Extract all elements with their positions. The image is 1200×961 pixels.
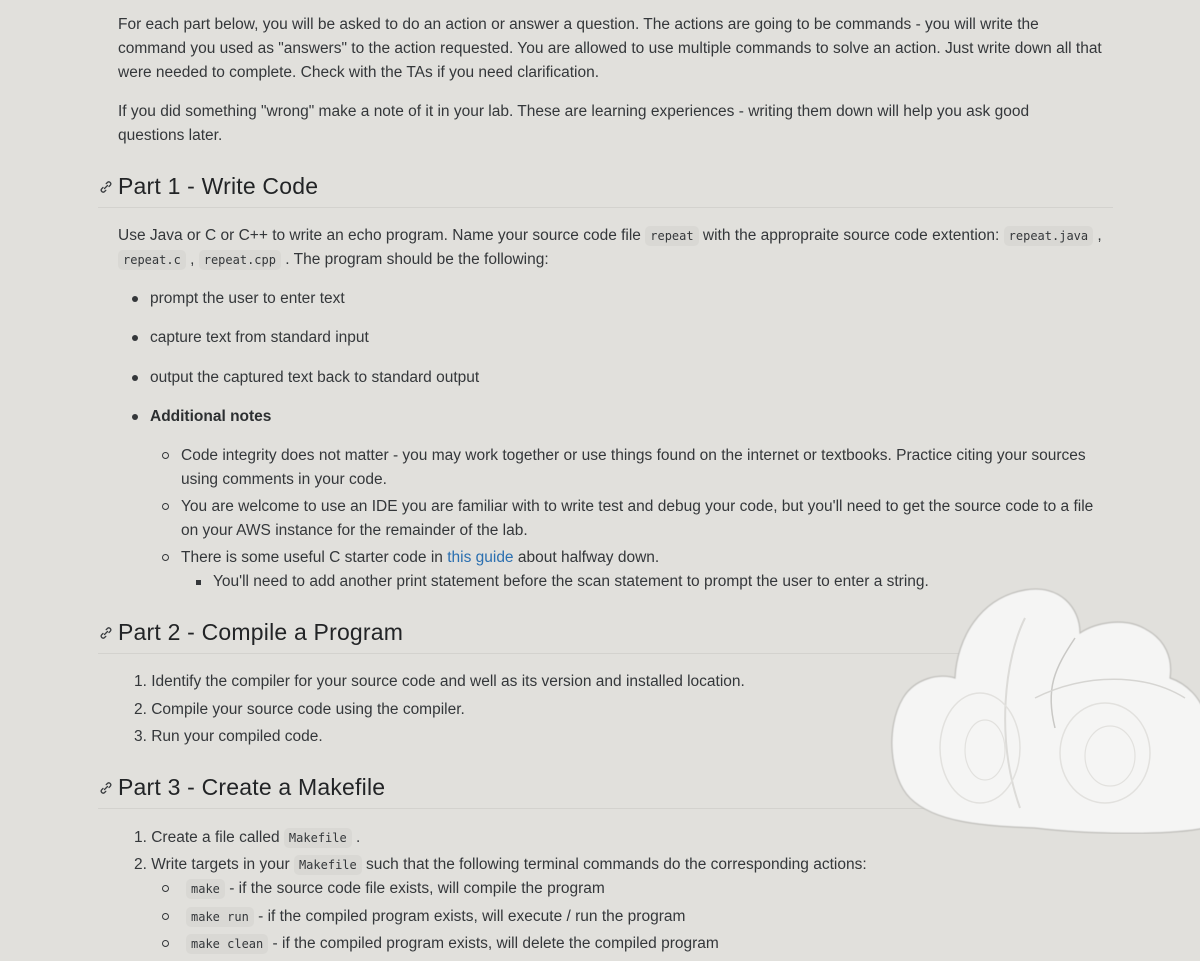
bullet-circle-icon: [162, 503, 169, 510]
make-target-line: make clean - if the compiled program exi…: [186, 932, 1112, 956]
make-target-line: make - if the source code file exists, w…: [186, 877, 1112, 901]
make-target-item: make clean - if the compiled program exi…: [162, 932, 1112, 956]
part1-title: Part 1 - Write Code: [118, 173, 319, 199]
target-desc: - if the compiled program exists, will d…: [268, 935, 719, 952]
step-text: 2. Write targets in your: [134, 856, 294, 873]
inline-code: Makefile: [293, 855, 362, 875]
ordered-list-item: 2. Write targets in your Makefile such t…: [134, 853, 867, 877]
note-text: There is some useful C starter code in: [181, 549, 448, 566]
bullet-disc-icon: [132, 296, 138, 302]
note-line: You are welcome to use an IDE you are fa…: [181, 498, 1094, 515]
link-icon[interactable]: [98, 780, 116, 798]
bullet-disc-icon: [132, 414, 138, 420]
intro-paragraph: For each part below, you will be asked t…: [118, 13, 1118, 85]
note-item: You are welcome to use an IDE you are fa…: [162, 495, 1112, 543]
inline-code: make run: [186, 907, 254, 927]
part3-title: Part 3 - Create a Makefile: [118, 774, 386, 800]
make-target-item: make - if the source code file exists, w…: [162, 877, 1112, 901]
make-target-line: make run - if the compiled program exist…: [186, 905, 1112, 929]
note-line: using comments in your code.: [181, 471, 387, 488]
bullet-disc-icon: [132, 375, 138, 381]
inline-code: repeat.java: [1003, 226, 1094, 246]
bullet-square-icon: [196, 580, 201, 585]
cloud-sticker-icon: [885, 578, 1200, 834]
ordered-list-item: 1. Identify the compiler for your source…: [134, 673, 745, 690]
this-guide-link[interactable]: this guide: [447, 549, 513, 566]
inline-code: repeat.cpp: [198, 250, 281, 270]
make-target-item: make run - if the compiled program exist…: [162, 905, 1112, 929]
inline-code: Makefile: [283, 828, 352, 848]
desc-text: Use Java or C or C++ to write an echo pr…: [118, 227, 646, 244]
ordered-list-item: 1. Create a file called Makefile .: [134, 826, 360, 850]
step-text: .: [351, 829, 361, 846]
ordered-list-item: 2. Compile your source code using the co…: [134, 701, 465, 718]
intro-line: If you did something "wrong" make a note…: [118, 103, 1030, 120]
note-item: Code integrity does not matter - you may…: [162, 444, 1112, 492]
list-item-text: capture text from standard input: [150, 329, 369, 346]
note-line: on your AWS instance for the remainder o…: [181, 522, 528, 539]
intro-line: questions later.: [118, 127, 223, 144]
bullet-circle-icon: [162, 554, 169, 561]
part1-description: Use Java or C or C++ to write an echo pr…: [118, 224, 1118, 272]
target-desc: - if the compiled program exists, will e…: [253, 908, 686, 925]
note-line: There is some useful C starter code in t…: [181, 546, 1112, 570]
step-text: such that the following terminal command…: [361, 856, 867, 873]
desc-text: ,: [1093, 227, 1102, 244]
intro-line: For each part below, you will be asked t…: [118, 16, 1039, 33]
intro-line: were needed to complete. Check with the …: [118, 64, 600, 81]
list-item-text: prompt the user to enter text: [150, 290, 345, 307]
inline-code: make clean: [186, 934, 269, 954]
part2-title: Part 2 - Compile a Program: [118, 619, 404, 645]
step-text: 1. Create a file called: [134, 829, 284, 846]
intro-line: command you used as "answers" to the act…: [118, 40, 1102, 57]
desc-text: . The program should be the following:: [280, 251, 549, 268]
inline-code: make: [186, 879, 225, 899]
link-icon[interactable]: [98, 179, 116, 197]
bullet-circle-icon: [162, 885, 169, 892]
part1-heading: Part 1 - Write Code: [98, 171, 1113, 208]
bullet-circle-icon: [162, 940, 169, 947]
intro-paragraph-2: If you did something "wrong" make a note…: [118, 100, 1118, 148]
inline-code: repeat: [645, 226, 699, 246]
bullet-circle-icon: [162, 913, 169, 920]
bullet-circle-icon: [162, 452, 169, 459]
list-item-text: Additional notes: [150, 408, 272, 425]
link-icon[interactable]: [98, 625, 116, 643]
note-line: Code integrity does not matter - you may…: [181, 447, 1086, 464]
bullet-disc-icon: [132, 335, 138, 341]
ordered-list-item: 3. Run your compiled code.: [134, 728, 323, 745]
desc-text: ,: [185, 251, 199, 268]
target-desc: - if the source code file exists, will c…: [224, 880, 605, 897]
desc-text: with the appropraite source code extenti…: [698, 227, 1004, 244]
note-text: about halfway down.: [513, 549, 660, 566]
list-item-text: output the captured text back to standar…: [150, 369, 480, 386]
note-item: There is some useful C starter code in t…: [162, 546, 1112, 570]
inline-code: repeat.c: [118, 250, 186, 270]
